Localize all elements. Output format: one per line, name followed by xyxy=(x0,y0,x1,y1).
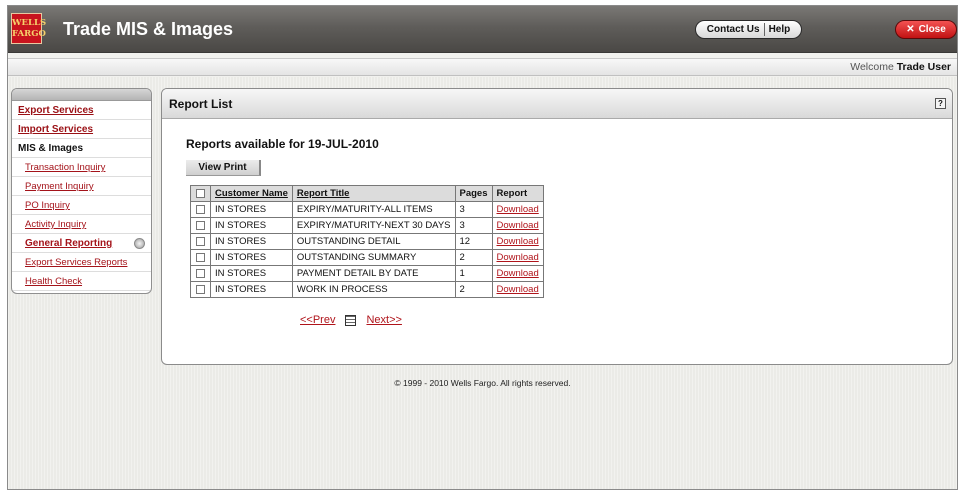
cell-report-title: EXPIRY/MATURITY-NEXT 30 DAYS xyxy=(291,217,456,234)
top-nav-pill: Contact Us Help xyxy=(695,20,802,39)
pagination: <<Prev Next>> xyxy=(300,314,402,326)
row-checkbox[interactable] xyxy=(196,220,205,230)
row-checkbox[interactable] xyxy=(196,236,205,246)
row-checkbox[interactable] xyxy=(196,204,205,214)
calendar-icon[interactable] xyxy=(345,314,357,326)
close-button[interactable]: ✕ Close xyxy=(895,20,957,39)
cell-report-title: OUTSTANDING DETAIL xyxy=(291,233,456,250)
sidebar-item-general-reporting[interactable]: General Reporting xyxy=(12,234,151,253)
sidebar-item-activity-inquiry[interactable]: Activity Inquiry xyxy=(12,215,151,234)
help-link[interactable]: Help xyxy=(765,24,795,35)
cell-customer-name: IN STORES xyxy=(210,249,293,266)
row-checkbox-cell xyxy=(190,265,211,282)
sidebar-item-mis-images: MIS & Images xyxy=(12,139,151,158)
cell-pages: 3 xyxy=(454,217,493,234)
sidebar-nav: Export Services Import Services MIS & Im… xyxy=(11,88,152,294)
sidebar-item-po-inquiry[interactable]: PO Inquiry xyxy=(12,196,151,215)
table-row: IN STORES WORK IN PROCESS 2 Download xyxy=(190,281,544,298)
top-header-bar: WELLS FARGO Trade MIS & Images Contact U… xyxy=(8,6,957,53)
download-link[interactable]: Download xyxy=(491,217,544,234)
sidebar-item-transaction-inquiry[interactable]: Transaction Inquiry xyxy=(12,158,151,177)
welcome-bar: Welcome Trade User xyxy=(8,58,957,76)
expand-plus-icon[interactable] xyxy=(134,238,145,249)
cell-pages: 12 xyxy=(454,233,493,250)
content-area: Export Services Import Services MIS & Im… xyxy=(8,77,957,489)
cell-pages: 2 xyxy=(454,249,493,266)
cell-customer-name: IN STORES xyxy=(210,233,293,250)
cell-customer-name: IN STORES xyxy=(210,217,293,234)
table-row: IN STORES EXPIRY/MATURITY-ALL ITEMS 3 Downl… xyxy=(190,201,544,218)
contact-us-link[interactable]: Contact Us xyxy=(703,24,764,35)
report-list-panel: Report List ? Reports available for 19-J… xyxy=(161,88,953,365)
column-header-report-title[interactable]: Report Title xyxy=(291,185,456,202)
cell-pages: 1 xyxy=(454,265,493,282)
download-link[interactable]: Download xyxy=(491,265,544,282)
cell-report-title: OUTSTANDING SUMMARY xyxy=(291,249,456,266)
sidebar-item-label: General Reporting xyxy=(25,238,113,249)
copyright-footer: © 1999 - 2010 Wells Fargo. All rights re… xyxy=(394,378,571,388)
cell-customer-name: IN STORES xyxy=(210,201,293,218)
sidebar-item-export-services[interactable]: Export Services xyxy=(12,101,151,120)
cell-report-title: WORK IN PROCESS xyxy=(291,281,456,298)
row-checkbox-cell xyxy=(190,233,211,250)
download-link[interactable]: Download xyxy=(491,201,544,218)
row-checkbox-cell xyxy=(190,281,211,298)
welcome-prefix: Welcome xyxy=(850,61,894,73)
cell-report-title: EXPIRY/MATURITY-ALL ITEMS xyxy=(291,201,456,218)
sidebar-item-import-services[interactable]: Import Services xyxy=(12,120,151,139)
select-all-cell xyxy=(190,185,211,202)
close-label: Close xyxy=(918,24,946,35)
sidebar-header xyxy=(12,89,151,101)
row-checkbox-cell xyxy=(190,217,211,234)
table-row: IN STORES OUTSTANDING DETAIL 12 Download xyxy=(190,233,544,250)
table-row: IN STORES EXPIRY/MATURITY-NEXT 30 DAYS 3 Do… xyxy=(190,217,544,234)
column-header-report: Report xyxy=(491,185,544,202)
app-title: Trade MIS & Images xyxy=(63,19,234,39)
row-checkbox[interactable] xyxy=(196,268,205,278)
reports-heading: Reports available for 19-JUL-2010 xyxy=(186,137,379,151)
panel-header: Report List ? xyxy=(162,89,952,119)
row-checkbox[interactable] xyxy=(196,284,205,294)
download-link[interactable]: Download xyxy=(491,233,544,250)
sidebar-item-payment-inquiry[interactable]: Payment Inquiry xyxy=(12,177,151,196)
cell-pages: 2 xyxy=(454,281,493,298)
download-link[interactable]: Download xyxy=(491,281,544,298)
download-link[interactable]: Download xyxy=(491,249,544,266)
table-row: IN STORES PAYMENT DETAIL BY DATE 1 Download xyxy=(190,265,544,282)
row-checkbox-cell xyxy=(190,249,211,266)
sidebar-item-health-check[interactable]: Health Check xyxy=(12,272,151,291)
cell-customer-name: IN STORES xyxy=(210,265,293,282)
help-icon[interactable]: ? xyxy=(935,98,946,109)
reports-table: Customer Name Report Title Pages Report … xyxy=(190,185,544,298)
welcome-user-name: Trade User xyxy=(896,61,951,73)
prev-page-link[interactable]: <<Prev xyxy=(300,314,335,326)
table-row: IN STORES OUTSTANDING SUMMARY 2 Download xyxy=(190,249,544,266)
cell-report-title: PAYMENT DETAIL BY DATE xyxy=(291,265,456,282)
view-print-button[interactable]: View Print xyxy=(186,160,261,176)
sidebar-item-export-services-reports[interactable]: Export Services Reports xyxy=(12,253,151,272)
cell-customer-name: IN STORES xyxy=(210,281,293,298)
column-header-pages: Pages xyxy=(454,185,493,202)
cell-pages: 3 xyxy=(454,201,493,218)
panel-title: Report List xyxy=(169,97,233,111)
column-header-customer-name[interactable]: Customer Name xyxy=(210,185,293,202)
wells-fargo-logo: WELLS FARGO xyxy=(11,13,46,44)
app-window: WELLS FARGO Trade MIS & Images Contact U… xyxy=(7,5,958,490)
close-icon: ✕ xyxy=(906,24,915,35)
select-all-checkbox[interactable] xyxy=(196,188,205,198)
table-header-row: Customer Name Report Title Pages Report xyxy=(190,185,544,202)
next-page-link[interactable]: Next>> xyxy=(366,314,401,326)
row-checkbox[interactable] xyxy=(196,252,205,262)
row-checkbox-cell xyxy=(190,201,211,218)
